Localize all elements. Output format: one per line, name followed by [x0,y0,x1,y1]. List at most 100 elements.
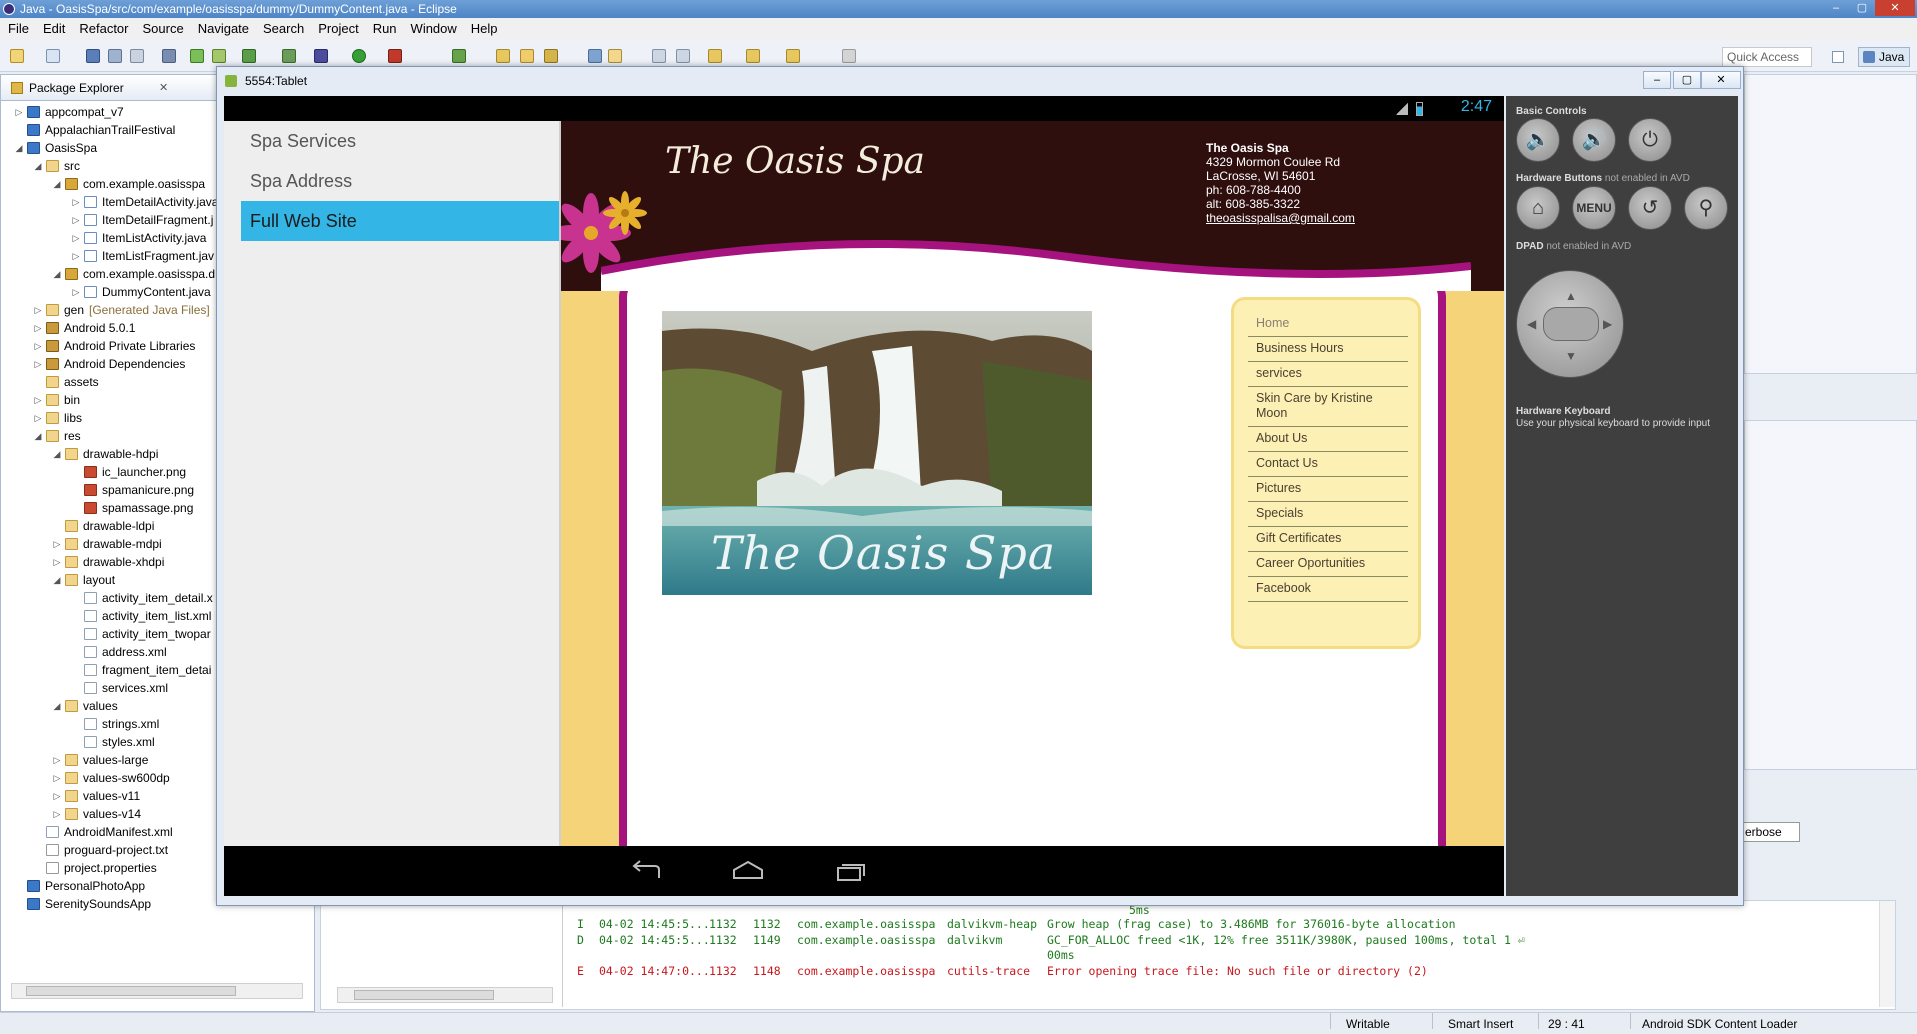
collapsed-arrow-icon[interactable]: ▷ [70,247,82,265]
run-icon[interactable] [352,49,366,63]
dpad-center-button[interactable] [1543,307,1599,341]
dpad-down-icon[interactable]: ▼ [1565,349,1577,363]
expanded-arrow-icon[interactable]: ◢ [32,427,44,445]
menu-search[interactable]: Search [256,18,311,40]
menu-refactor[interactable]: Refactor [72,18,135,40]
menu-file[interactable]: File [0,18,36,40]
dpad-left-icon[interactable]: ◀ [1527,317,1536,331]
site-nav-link[interactable]: Pictures [1248,477,1408,502]
collapsed-arrow-icon[interactable]: ▷ [51,769,63,787]
new-android-project-icon[interactable] [282,49,296,63]
collapsed-arrow-icon[interactable]: ▷ [32,319,44,337]
paragraph-icon[interactable] [676,49,690,63]
site-nav-link[interactable]: About Us [1248,427,1408,452]
back-hw-button[interactable]: ↺ [1628,186,1672,230]
android-avd-manager-icon[interactable] [212,49,226,63]
home-nav-icon[interactable] [732,860,764,882]
expanded-arrow-icon[interactable]: ◢ [51,265,63,283]
next-annotation-icon[interactable] [708,49,722,63]
recent-apps-nav-icon[interactable] [836,860,868,882]
list-item-full-web-site[interactable]: Full Web Site [241,201,559,241]
maximize-button[interactable]: ▢ [1849,0,1875,16]
expanded-arrow-icon[interactable]: ◢ [13,139,25,157]
list-item-spa-services[interactable]: Spa Services [241,121,559,161]
expanded-arrow-icon[interactable]: ◢ [32,157,44,175]
minimize-button[interactable]: – [1823,0,1849,16]
quick-access-input[interactable]: Quick Access [1722,47,1812,67]
horizontal-scrollbar[interactable] [11,983,303,999]
site-nav-link[interactable]: Skin Care by Kristine Moon [1248,387,1408,427]
print-icon[interactable] [130,49,144,63]
collapsed-arrow-icon[interactable]: ▷ [13,103,25,121]
menu-window[interactable]: Window [404,18,464,40]
java-perspective-button[interactable]: Java [1858,47,1910,67]
external-tools-icon[interactable] [388,49,402,63]
open-perspective-icon[interactable] [1832,51,1844,63]
forward-icon[interactable] [842,49,856,63]
vertical-scrollbar[interactable] [1879,901,1895,1007]
save-all-icon[interactable] [108,49,122,63]
site-nav-link[interactable]: Gift Certificates [1248,527,1408,552]
horizontal-scrollbar[interactable] [337,987,553,1003]
site-nav-link[interactable]: Business Hours [1248,337,1408,362]
emulator-close-button[interactable]: ✕ [1701,71,1741,89]
home-hw-button[interactable]: ⌂ [1516,186,1560,230]
site-nav-link[interactable]: Contact Us [1248,452,1408,477]
search-icon[interactable] [544,49,558,63]
collapsed-arrow-icon[interactable]: ▷ [51,751,63,769]
expanded-arrow-icon[interactable]: ◢ [51,445,63,463]
collapsed-arrow-icon[interactable]: ▷ [51,535,63,553]
list-item-spa-address[interactable]: Spa Address [241,161,559,201]
new-project-icon[interactable] [46,49,60,63]
scrollbar-thumb[interactable] [354,990,494,1000]
site-nav-link[interactable]: Specials [1248,502,1408,527]
close-button[interactable]: ✕ [1875,0,1915,16]
menu-run[interactable]: Run [366,18,404,40]
new-java-package-icon[interactable] [452,49,466,63]
collapsed-arrow-icon[interactable]: ▷ [32,301,44,319]
site-nav-link[interactable]: Facebook [1248,577,1408,602]
open-folder-icon[interactable] [520,49,534,63]
collapsed-arrow-icon[interactable]: ▷ [51,553,63,571]
site-nav-link[interactable]: services [1248,362,1408,387]
menu-source[interactable]: Source [136,18,191,40]
emulator-maximize-button[interactable]: ▢ [1673,71,1701,89]
debug-icon[interactable] [314,49,328,63]
toggle-mark-occurrences-icon[interactable] [588,49,602,63]
toggle-block-selection-icon[interactable] [608,49,622,63]
power-button[interactable]: ⏻ [1628,118,1672,162]
open-type-icon[interactable] [496,49,510,63]
skip-breakpoints-icon[interactable] [162,49,176,63]
collapsed-arrow-icon[interactable]: ▷ [51,787,63,805]
close-tab-icon[interactable]: ✕ [159,75,168,101]
site-nav-link[interactable]: Home [1248,312,1408,337]
menu-hw-button[interactable]: MENU [1572,186,1616,230]
collapsed-arrow-icon[interactable]: ▷ [70,193,82,211]
search-hw-button[interactable]: ⚲ [1684,186,1728,230]
expanded-arrow-icon[interactable]: ◢ [51,697,63,715]
show-whitespace-icon[interactable] [652,49,666,63]
emulator-titlebar[interactable]: 5554:Tablet – ▢ ✕ [217,67,1743,95]
android-sdk-manager-icon[interactable] [190,49,204,63]
android-lint-icon[interactable] [242,49,256,63]
dpad-up-icon[interactable]: ▲ [1565,289,1577,303]
menu-help[interactable]: Help [464,18,505,40]
previous-annotation-icon[interactable] [746,49,760,63]
menu-edit[interactable]: Edit [36,18,72,40]
site-nav-link[interactable]: Career Oportunities [1248,552,1408,577]
collapsed-arrow-icon[interactable]: ▷ [70,229,82,247]
back-icon[interactable] [786,49,800,63]
collapsed-arrow-icon[interactable]: ▷ [32,355,44,373]
contact-email-link[interactable]: theoasisspalisa@gmail.com [1206,211,1355,225]
volume-up-button[interactable]: 🔊 [1572,118,1616,162]
expanded-arrow-icon[interactable]: ◢ [51,175,63,193]
collapsed-arrow-icon[interactable]: ▷ [51,805,63,823]
volume-down-button[interactable]: 🔈 [1516,118,1560,162]
emulator-minimize-button[interactable]: – [1643,71,1671,89]
menu-navigate[interactable]: Navigate [191,18,256,40]
collapsed-arrow-icon[interactable]: ▷ [70,283,82,301]
menu-project[interactable]: Project [311,18,365,40]
scrollbar-thumb[interactable] [26,986,236,996]
collapsed-arrow-icon[interactable]: ▷ [32,337,44,355]
log-level-select[interactable]: erbose [1736,822,1800,842]
